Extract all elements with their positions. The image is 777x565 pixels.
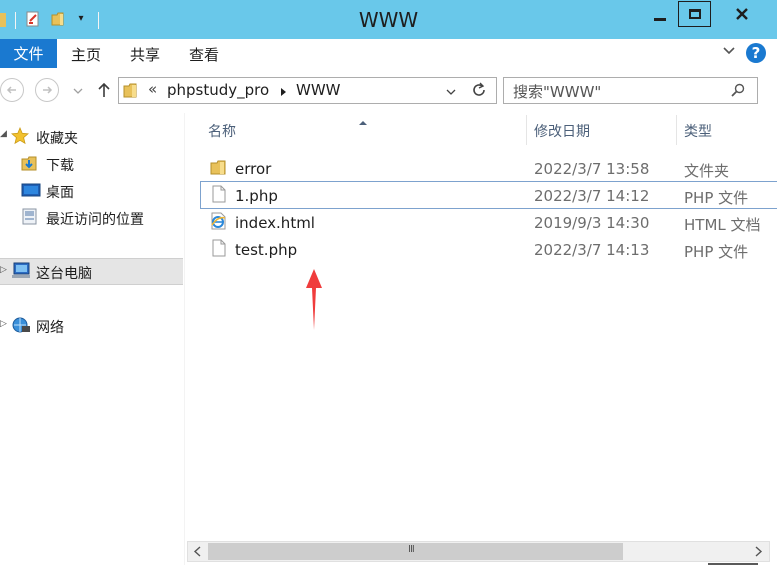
ribbon-collapse-icon[interactable] xyxy=(722,44,736,58)
back-arrow-icon xyxy=(6,86,16,94)
file-type: HTML 文档 xyxy=(684,216,761,234)
up-button[interactable] xyxy=(95,81,113,99)
favorites-expand-icon[interactable]: ◢ xyxy=(0,129,7,139)
file-name[interactable]: error xyxy=(235,160,271,178)
nav-downloads[interactable]: 下载 xyxy=(46,155,74,175)
scrollbar-thumb[interactable] xyxy=(208,543,623,560)
downloads-icon xyxy=(21,154,39,172)
recent-locations-icon[interactable] xyxy=(72,84,84,94)
tab-share[interactable]: 共享 xyxy=(130,44,160,65)
close-button[interactable] xyxy=(712,1,771,27)
file-type: PHP 文件 xyxy=(684,243,749,261)
network-expand-icon[interactable]: ▷ xyxy=(0,319,7,329)
ie-html-icon xyxy=(210,212,228,230)
nav-favorites[interactable]: 收藏夹 xyxy=(36,128,78,148)
tab-file[interactable]: 文件 xyxy=(0,39,57,68)
search-input[interactable]: 搜索"WWW" xyxy=(513,81,601,102)
back-button[interactable] xyxy=(0,78,24,102)
nav-desktop[interactable]: 桌面 xyxy=(46,182,74,202)
file-date: 2022/3/7 14:13 xyxy=(534,241,650,259)
column-header-type[interactable]: 类型 xyxy=(684,121,712,141)
file-icon xyxy=(211,239,227,257)
file-date: 2022/3/7 13:58 xyxy=(534,160,650,178)
column-header-date[interactable]: 修改日期 xyxy=(534,121,590,141)
file-name[interactable]: test.php xyxy=(235,241,297,259)
file-name[interactable]: index.html xyxy=(235,214,315,232)
refresh-icon[interactable] xyxy=(470,81,488,99)
forward-arrow-icon xyxy=(43,86,53,94)
file-type: 文件夹 xyxy=(684,162,730,180)
nav-this-pc[interactable]: 这台电脑 xyxy=(36,263,92,283)
ribbon-bar xyxy=(0,39,777,68)
breadcrumb-www[interactable]: WWW xyxy=(296,81,341,99)
desktop-icon xyxy=(21,182,41,198)
minimize-button[interactable] xyxy=(643,1,677,27)
address-dropdown-icon[interactable] xyxy=(445,85,457,95)
address-folder-icon xyxy=(123,81,139,99)
maximize-icon xyxy=(688,9,701,19)
file-icon xyxy=(211,185,227,203)
favorites-star-icon xyxy=(11,126,29,145)
folder-icon xyxy=(210,158,228,176)
file-date: 2022/3/7 14:12 xyxy=(534,187,650,205)
nav-network[interactable]: 网络 xyxy=(36,317,64,337)
forward-button[interactable] xyxy=(35,78,59,102)
column-header-name[interactable]: 名称 xyxy=(208,121,236,141)
search-icon[interactable] xyxy=(730,82,746,98)
file-type: PHP 文件 xyxy=(684,189,749,207)
help-button[interactable]: ? xyxy=(746,43,766,63)
network-icon xyxy=(11,316,31,334)
help-icon: ? xyxy=(751,44,761,62)
nav-pane-divider xyxy=(184,113,185,565)
sort-indicator-icon xyxy=(358,114,368,125)
breadcrumb-phpstudy-pro[interactable]: phpstudy_pro xyxy=(167,81,269,99)
column-divider[interactable] xyxy=(526,115,527,145)
annotation-arrow-icon xyxy=(305,268,323,332)
close-icon xyxy=(735,8,748,20)
computer-icon xyxy=(11,262,31,280)
tab-home[interactable]: 主页 xyxy=(71,44,101,65)
maximize-button[interactable] xyxy=(678,1,711,27)
file-name[interactable]: 1.php xyxy=(235,187,278,205)
column-divider[interactable] xyxy=(676,115,677,145)
up-arrow-icon xyxy=(98,82,110,97)
breadcrumb-overflow[interactable]: « xyxy=(148,80,157,98)
breadcrumb-separator-icon[interactable] xyxy=(280,85,287,96)
recent-places-icon xyxy=(21,208,39,226)
scroll-right-icon[interactable] xyxy=(750,544,766,559)
tab-view[interactable]: 查看 xyxy=(189,44,219,65)
scrollbar-grip: III xyxy=(408,544,415,555)
nav-recent-places[interactable]: 最近访问的位置 xyxy=(46,209,144,229)
scroll-left-icon[interactable] xyxy=(190,544,206,559)
minimize-icon xyxy=(654,17,666,21)
file-date: 2019/9/3 14:30 xyxy=(534,214,650,232)
this-pc-expand-icon[interactable]: ▷ xyxy=(0,265,7,275)
